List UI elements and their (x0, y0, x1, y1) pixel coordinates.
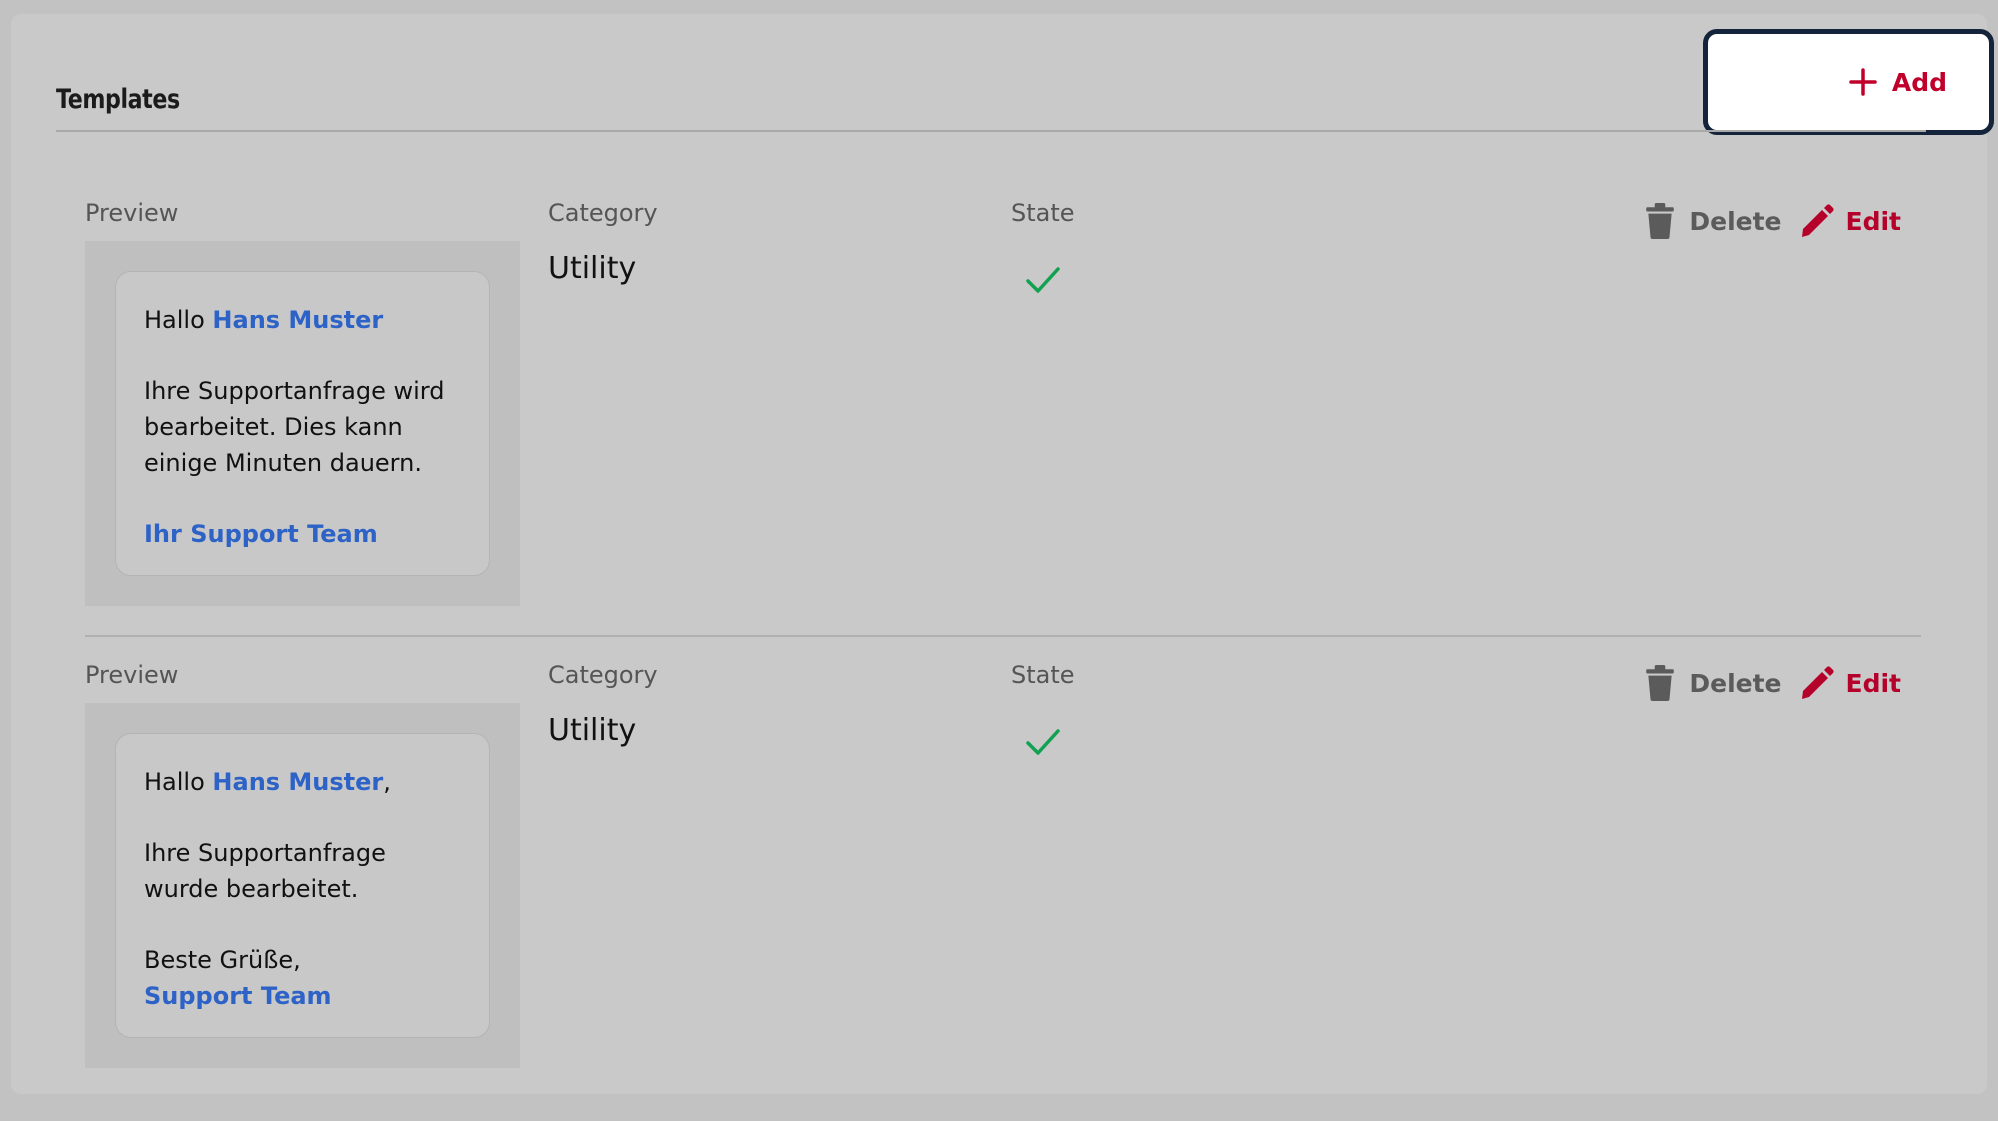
category-column-label: Category (548, 661, 658, 689)
preview-column-label: Preview (85, 199, 179, 227)
checkmark-icon (1026, 729, 1060, 755)
plus-icon (1849, 68, 1877, 96)
header-divider (56, 130, 1926, 132)
row-actions: Delete Edit (1643, 203, 1901, 239)
preview-signature: Ihr Support Team (144, 520, 378, 548)
category-value: Utility (548, 713, 637, 748)
row-actions: Delete Edit (1643, 665, 1901, 701)
template-row: Preview Category State Hallo Hans Muster… (85, 661, 1921, 1121)
message-preview-card: Hallo Hans Muster Ihre Supportanfrage wi… (115, 271, 490, 576)
message-preview-card: Hallo Hans Muster, Ihre Supportanfrage w… (115, 733, 490, 1038)
panel-header: Templates (56, 30, 1987, 146)
pencil-icon (1801, 666, 1834, 699)
delete-button[interactable]: Delete (1643, 203, 1782, 239)
checkmark-icon (1026, 267, 1060, 293)
delete-button[interactable]: Delete (1643, 665, 1782, 701)
trash-icon (1646, 665, 1675, 701)
page-title: Templates (56, 84, 180, 115)
edit-button-label: Edit (1845, 668, 1902, 698)
preview-greeting: Hallo (144, 306, 213, 334)
edit-button-label: Edit (1845, 206, 1902, 236)
state-column-label: State (1011, 199, 1075, 227)
trash-icon (1646, 203, 1675, 239)
preview-greeting: Hallo (144, 768, 213, 796)
edit-button[interactable]: Edit (1800, 203, 1902, 239)
delete-button-label: Delete (1689, 206, 1782, 236)
preview-frame: Hallo Hans Muster Ihre Supportanfrage wi… (85, 241, 520, 606)
templates-panel: Templates Add Preview Category State Hal… (11, 14, 1994, 1094)
edit-button[interactable]: Edit (1800, 665, 1902, 701)
preview-frame: Hallo Hans Muster, Ihre Supportanfrage w… (85, 703, 520, 1068)
preview-body: Ihre Supportanfrage wird bearbeitet. Die… (144, 377, 445, 477)
preview-column-label: Preview (85, 661, 179, 689)
preview-recipient-name: Hans Muster (212, 768, 384, 796)
preview-body: Ihre Supportanfrage wurde bearbeitet. (144, 839, 386, 903)
delete-button-label: Delete (1689, 668, 1782, 698)
add-template-button[interactable]: Add (1703, 29, 1994, 135)
row-divider (85, 635, 1921, 637)
state-column-label: State (1011, 661, 1075, 689)
pencil-icon (1801, 204, 1834, 237)
category-value: Utility (548, 251, 637, 286)
preview-signature: Support Team (144, 982, 332, 1010)
preview-recipient-name: Hans Muster (212, 306, 384, 334)
preview-closing: Beste Grüße, (144, 946, 301, 974)
template-row: Preview Category State Hallo Hans Muster… (85, 199, 1921, 659)
add-button-label: Add (1891, 67, 1947, 97)
preview-greeting-suffix: , (383, 768, 391, 796)
category-column-label: Category (548, 199, 658, 227)
